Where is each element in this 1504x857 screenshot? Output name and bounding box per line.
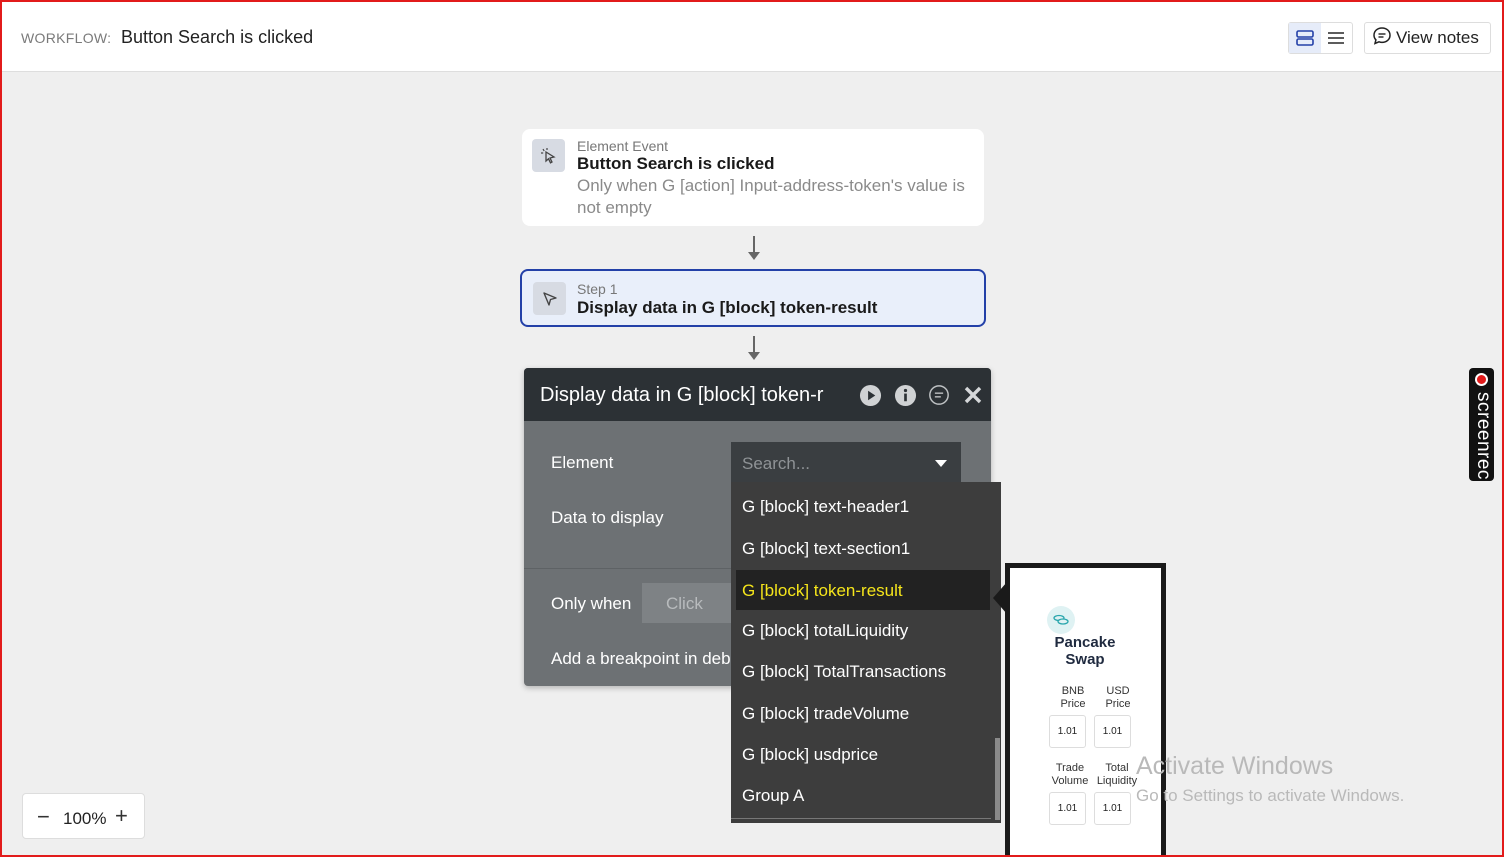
coins-icon bbox=[1047, 606, 1075, 634]
total-liquidity-label: Total Liquidity bbox=[1096, 762, 1138, 787]
cursor-click-icon bbox=[532, 139, 565, 172]
dropdown-item[interactable]: G [block] text-header1 bbox=[731, 486, 991, 526]
chevron-down-icon[interactable] bbox=[935, 460, 947, 467]
step-title: Display data in G [block] token-result bbox=[577, 298, 878, 317]
view-notes-button[interactable]: View notes bbox=[1364, 22, 1491, 54]
zoom-in-button[interactable]: + bbox=[115, 803, 128, 829]
bnb-price-value: 1.01 bbox=[1049, 715, 1086, 748]
record-icon bbox=[1475, 373, 1488, 386]
flow-arrow bbox=[748, 336, 760, 360]
preview-content: Pancake Swap BNB Price USD Price 1.01 1.… bbox=[1010, 568, 1161, 857]
zoom-level: 100% bbox=[63, 809, 107, 828]
flow-arrow bbox=[748, 236, 760, 260]
element-label: Element bbox=[551, 453, 614, 472]
dropdown-item[interactable]: G [block] totalLiquidity bbox=[731, 610, 991, 650]
event-kicker: Element Event bbox=[577, 138, 669, 154]
event-condition: Only when G [action] Input-address-token… bbox=[577, 176, 965, 217]
comment-icon bbox=[1372, 26, 1392, 51]
divider bbox=[731, 818, 991, 819]
card-view-icon[interactable] bbox=[1289, 23, 1321, 53]
comment-icon[interactable] bbox=[927, 383, 951, 407]
workflow-title[interactable]: Button Search is clicked bbox=[121, 27, 313, 48]
step-card[interactable]: Step 1 Display data in G [block] token-r… bbox=[520, 269, 986, 327]
zoom-control: − 100% + bbox=[22, 793, 145, 839]
panel-title: Display data in G [block] token-r bbox=[540, 384, 824, 406]
dropdown-item[interactable]: G [block] text-section1 bbox=[731, 528, 991, 568]
screenrec-label: screenrec bbox=[1473, 392, 1494, 480]
workflow-header: WORKFLOW: Button Search is clicked View … bbox=[0, 0, 1504, 72]
preview-name: Pancake Swap bbox=[1054, 634, 1116, 668]
info-icon[interactable] bbox=[893, 383, 917, 407]
dropdown-item[interactable]: Group A bbox=[731, 775, 991, 815]
panel-header: Display data in G [block] token-r bbox=[524, 368, 991, 421]
list-view-icon[interactable] bbox=[1321, 23, 1353, 53]
bnb-price-label: BNB Price bbox=[1060, 685, 1086, 710]
data-to-display-label: Data to display bbox=[551, 508, 664, 527]
step-kicker: Step 1 bbox=[577, 281, 618, 297]
dropdown-item[interactable]: G [block] usdprice bbox=[731, 734, 991, 774]
trade-volume-label: Trade Volume bbox=[1051, 762, 1089, 787]
activate-windows-title: Activate Windows bbox=[1136, 752, 1334, 780]
close-icon[interactable] bbox=[961, 383, 985, 407]
view-notes-label: View notes bbox=[1396, 28, 1479, 47]
activate-windows-subtitle: Go to Settings to activate Windows. bbox=[1136, 786, 1405, 805]
only-when-label: Only when bbox=[551, 594, 632, 613]
element-dropdown: G [block] text-header1 G [block] text-se… bbox=[731, 482, 1001, 823]
screenrec-badge[interactable]: screenrec bbox=[1469, 368, 1494, 481]
cursor-icon bbox=[533, 282, 566, 315]
view-toggle bbox=[1288, 22, 1353, 54]
breakpoint-label: Add a breakpoint in deb bbox=[551, 649, 731, 668]
dropdown-item-selected[interactable]: G [block] token-result bbox=[736, 570, 990, 610]
usd-price-value: 1.01 bbox=[1094, 715, 1131, 748]
element-preview: Pancake Swap BNB Price USD Price 1.01 1.… bbox=[1005, 563, 1166, 857]
total-liquidity-value: 1.01 bbox=[1094, 792, 1131, 825]
zoom-out-button[interactable]: − bbox=[37, 804, 50, 830]
only-when-input[interactable]: Click bbox=[642, 583, 738, 623]
usd-price-label: USD Price bbox=[1105, 685, 1131, 710]
element-search-input[interactable]: Search... bbox=[731, 442, 961, 484]
dropdown-item[interactable]: G [block] tradeVolume bbox=[731, 693, 991, 733]
event-title: Button Search is clicked bbox=[577, 154, 775, 173]
dropdown-scrollbar[interactable] bbox=[995, 738, 1000, 820]
trade-volume-value: 1.01 bbox=[1049, 792, 1086, 825]
workflow-label: WORKFLOW: bbox=[21, 30, 112, 46]
play-icon[interactable] bbox=[858, 383, 882, 407]
dropdown-item[interactable]: G [block] TotalTransactions bbox=[731, 651, 991, 691]
event-card[interactable]: Element Event Button Search is clicked O… bbox=[522, 129, 984, 226]
